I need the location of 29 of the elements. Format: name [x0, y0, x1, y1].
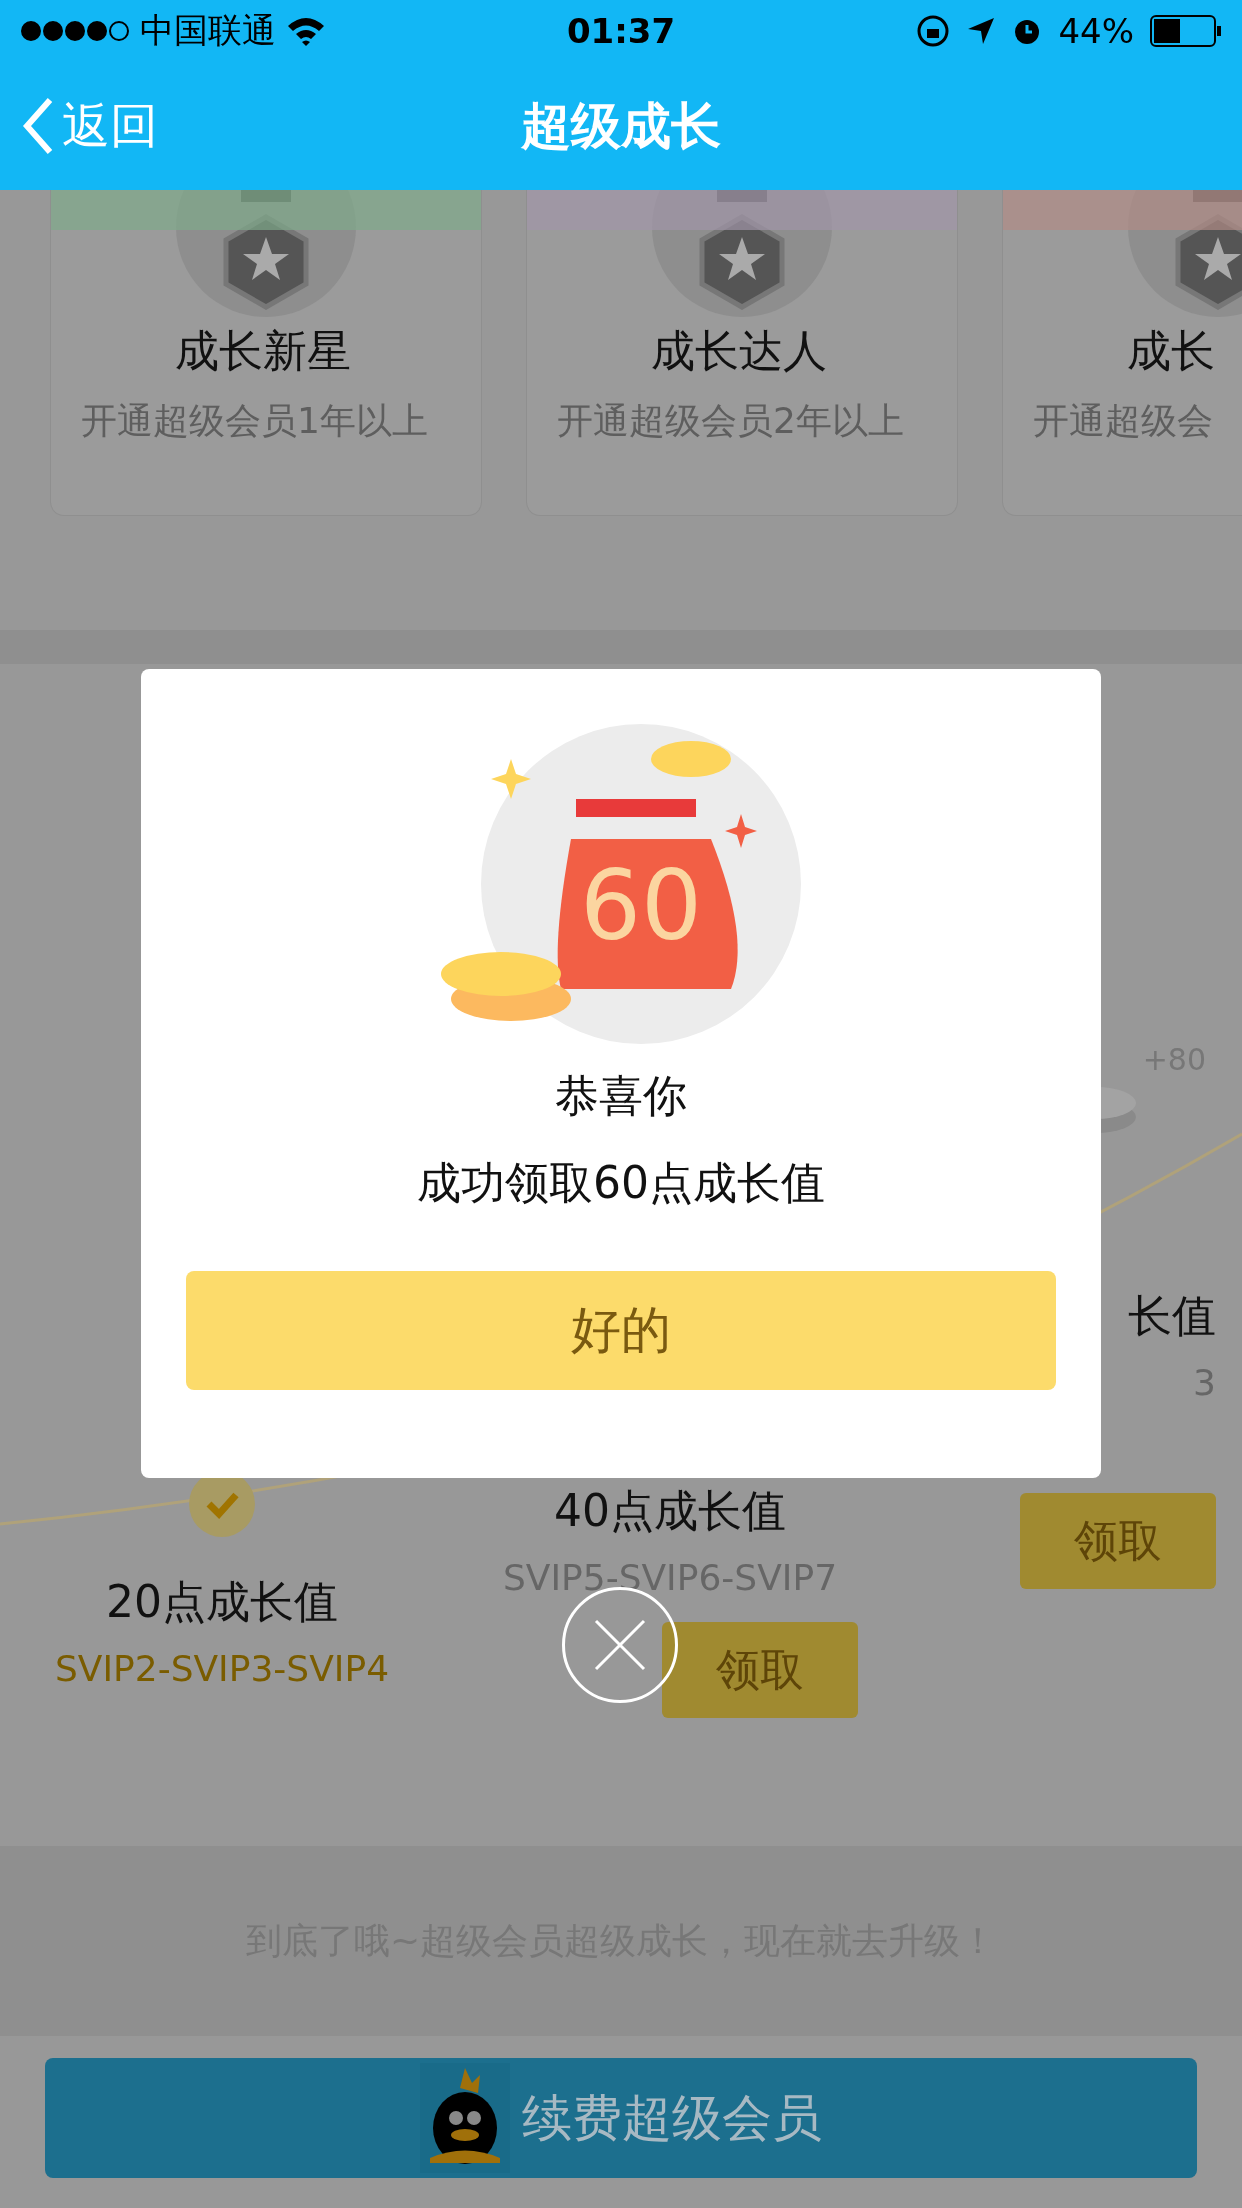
reward-title: 长值: [1128, 1289, 1216, 1343]
dialog-title: 恭喜你: [555, 1069, 687, 1123]
reward-title: 20点成长值: [106, 1575, 338, 1629]
badge-title: 成长: [1126, 324, 1216, 378]
dialog-message: 成功领取60点成长值: [417, 1156, 825, 1210]
reward-title: 40点成长值: [554, 1484, 786, 1538]
battery-percent: 44%: [1058, 11, 1134, 51]
wifi-icon: [286, 16, 326, 46]
badge-title: 成长达人: [650, 324, 828, 378]
page-title: 超级成长: [521, 95, 721, 157]
clock-time: 01:37: [566, 11, 676, 51]
close-icon: [592, 1617, 648, 1673]
badge-requirement: 开通超级会员2年以上: [556, 399, 905, 443]
claim-button[interactable]: 领取: [662, 1622, 858, 1718]
reward-amount: 60: [579, 850, 703, 962]
chevron-left-icon: [22, 96, 54, 156]
badge-requirement: 开通超级会员1年以上: [80, 399, 429, 443]
renew-membership-button[interactable]: 续费超级会员: [45, 2058, 1197, 2178]
claim-button[interactable]: 领取: [1020, 1493, 1216, 1589]
back-button[interactable]: 返回: [22, 94, 158, 158]
badge-title: 成长新星: [174, 324, 352, 378]
rotation-lock-icon: [916, 14, 951, 48]
carrier-name: 中国联通: [140, 9, 276, 52]
signal-icon: [20, 20, 130, 42]
badge-requirement: 开通超级会: [1032, 399, 1214, 443]
level-range: SVIP2-SVIP3-SVIP4: [54, 1648, 390, 1689]
location-icon: [966, 16, 997, 46]
confirm-button[interactable]: 好的: [186, 1271, 1056, 1390]
battery-icon: [1150, 15, 1222, 47]
